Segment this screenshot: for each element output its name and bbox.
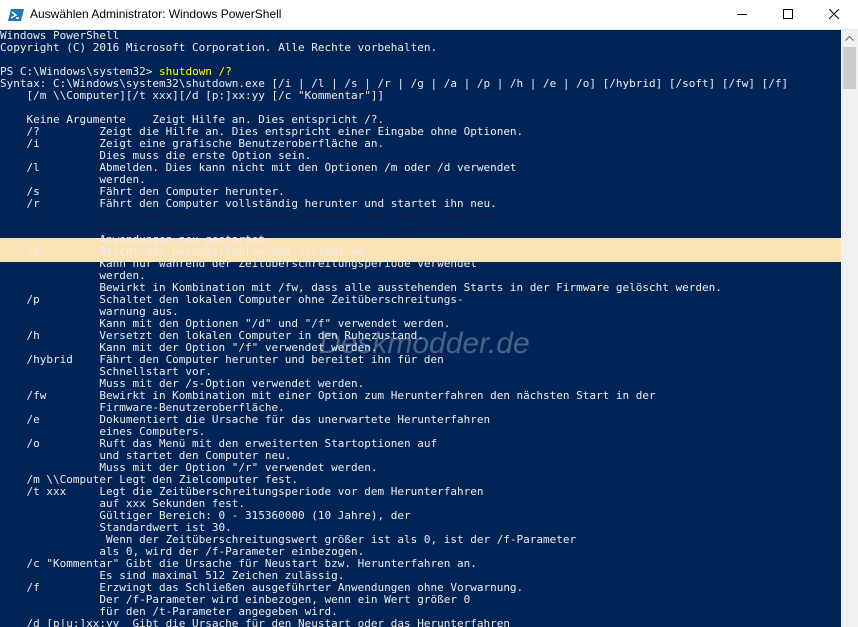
vertical-scrollbar[interactable] (841, 30, 858, 627)
console-line: als 0, wird der /f-Parameter einbezogen. (0, 546, 365, 558)
close-icon (829, 9, 840, 20)
console-line: /? Zeigt die Hilfe an. Dies entspricht e… (0, 126, 524, 138)
console-line: Dies muss die erste Option sein. (0, 150, 312, 162)
maximize-icon (783, 9, 793, 19)
console-line: Muss mit der /s-Option verwendet werden. (0, 378, 365, 390)
console-line: Gültiger Bereich: 0 - 315360000 (10 Jahr… (0, 510, 411, 522)
close-button[interactable] (812, 0, 858, 29)
console-line: warnung aus. (0, 306, 179, 318)
console-line: /c "Kommentar" Gibt die Ursache für Neus… (0, 558, 477, 570)
console-line: /p Schaltet den lokalen Computer ohne Ze… (0, 294, 464, 306)
console-line: /t xxx Legt die Zeitüberschreitungsperio… (0, 486, 484, 498)
console-line: Nach dem Neustart des Systems werden die… (0, 222, 457, 234)
console-line: Der /f-Parameter wird einbezogen, wenn e… (0, 594, 471, 606)
console-output[interactable]: Deskmodder.de Windows PowerShell Copyrigh… (0, 30, 841, 627)
command-prompt-line: PS C:\Windows\system32> shutdown /? (0, 66, 841, 78)
console-line: Windows PowerShell (0, 30, 120, 42)
command-text: shutdown /? (158, 66, 232, 78)
console-line: /h Versetzt den lokalen Computer in den … (0, 330, 424, 342)
console-line: /r Fährt den Computer vollständig herunt… (0, 198, 497, 210)
console-line: /d [p|u:]xx:yy Gibt die Ursache für den … (0, 618, 510, 627)
scroll-up-button[interactable] (841, 30, 858, 47)
console-line: /fw Bewirkt in Kombination mit einer Opt… (0, 390, 656, 402)
console-line: /g Fährt den Computer vollständig herunt… (0, 210, 497, 222)
console-line: Copyright (C) 2016 Microsoft Corporation… (0, 42, 438, 54)
console-line: Wenn der Zeitüberschreitungswert größer … (0, 534, 577, 546)
console-line: /m \\Computer Legt den Zielcomputer fest… (0, 474, 299, 486)
console-line: werden. (0, 270, 146, 282)
console-line: /s Fährt den Computer herunter. (0, 186, 285, 198)
console-line: Muss mit der Option "/r" verwendet werde… (0, 462, 378, 474)
title-bar[interactable]: Auswählen Administrator: Windows PowerSh… (0, 0, 858, 30)
chevron-up-icon (845, 36, 854, 41)
powershell-icon[interactable] (8, 7, 24, 23)
minimize-icon (737, 14, 747, 15)
console-line: Kann mit den Optionen "/d" und "/f" verw… (0, 318, 451, 330)
console-line: für den /t-Parameter angegeben wird. (0, 606, 338, 618)
console-line: /f Erzwingt das Schließen ausgeführter A… (0, 582, 524, 594)
console-line: /a Bricht das Herunterfahren des Systems… (0, 246, 371, 258)
console-line: werden. (0, 174, 146, 186)
console-line: Kann nur während der Zeitüberschreitungs… (0, 258, 477, 270)
console-line: Bewirkt in Kombination mit /fw, dass all… (0, 282, 722, 294)
console-line: Schnellstart vor. (0, 366, 212, 378)
minimize-button[interactable] (720, 0, 766, 29)
console-line: /l Abmelden. Dies kann nicht mit den Opt… (0, 162, 517, 174)
console-line: und startet den Computer neu. (0, 450, 292, 462)
console-line: Es sind maximal 512 Zeichen zulässig. (0, 570, 345, 582)
console-line: /e Dokumentiert die Ursache für das uner… (0, 414, 491, 426)
console-line: Syntax: C:\Windows\system32\shutdown.exe… (0, 78, 789, 90)
console-line: Kann mit der Option "/f" verwendet werde… (0, 342, 378, 354)
console-line: /i Zeigt eine grafische Benutzeroberfläc… (0, 138, 385, 150)
console-line: Keine Argumente Zeigt Hilfe an. Dies ent… (0, 114, 385, 126)
window-title: Auswählen Administrator: Windows PowerSh… (30, 7, 282, 21)
maximize-button[interactable] (766, 0, 812, 29)
console-line: Standardwert ist 30. (0, 522, 232, 534)
console-line: /o Ruft das Menü mit den erweiterten Sta… (0, 438, 438, 450)
console-line: Firmware-Benutzeroberfläche. (0, 402, 285, 414)
scroll-thumb[interactable] (843, 47, 856, 89)
console-line: [/m \\Computer][/t xxx][/d [p:]xx:yy [/c… (0, 90, 385, 102)
prompt-text: PS C:\Windows\system32> (0, 66, 159, 78)
console-line: auf xxx Sekunden fest. (0, 498, 246, 510)
console-line: Anwendungen neu gestartet. (0, 234, 272, 246)
console-line: /hybrid Fährt den Computer herunter und … (0, 354, 444, 366)
powershell-window: Auswählen Administrator: Windows PowerSh… (0, 0, 858, 627)
console-line: eines Computers. (0, 426, 206, 438)
